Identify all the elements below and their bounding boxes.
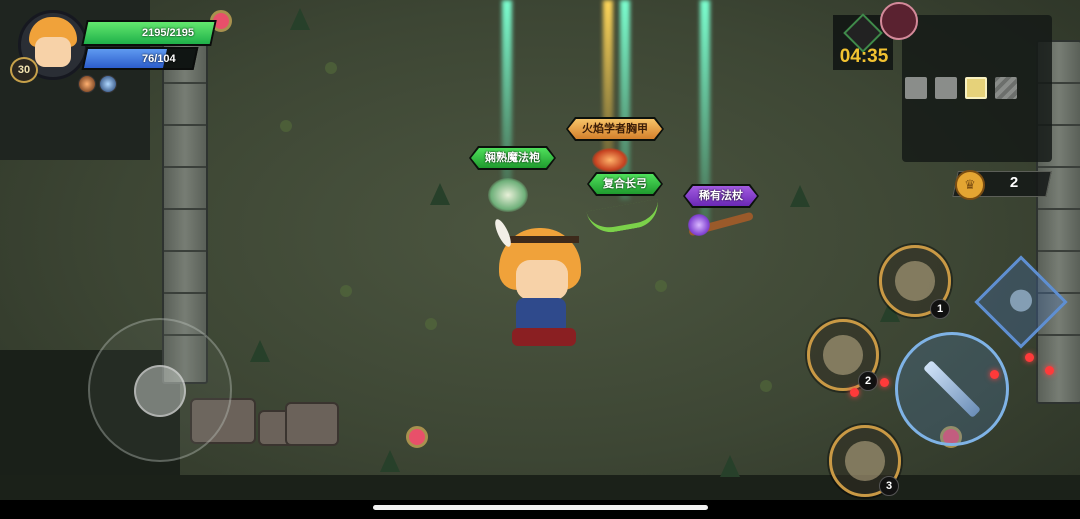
pink-flower [406,426,428,448]
red-plant-tip [990,370,999,379]
robe-label-frame: 娴熟魔法袍 [469,146,556,170]
hp-bar: 2195/2195 [81,20,217,46]
fireball-skill-icon [823,335,863,375]
timer-text: 04:35 [839,46,889,67]
minimap-room [905,77,927,99]
minimap-room [935,77,957,99]
red-plant-tip [1025,353,1034,362]
clover-patch [325,62,337,74]
joystick-knob[interactable] [134,365,186,417]
clover-patch [425,318,437,330]
magic-robe-item[interactable] [488,178,528,212]
robe-label: 娴熟魔法袍 [471,148,554,168]
grass-tuft [720,455,740,477]
grass-tuft [290,8,310,30]
staff-label: 稀有法杖 [685,186,757,206]
player-level-badge: 30 [10,57,38,83]
hero-headband [503,236,579,243]
swirl-buff-icon[interactable] [99,75,117,93]
armor-label-frame: 火焰学者胸甲 [566,117,664,141]
loot-beam-green [620,0,630,200]
chess-piece-room-icon [965,77,987,99]
mp-text: 76/104 [142,52,176,65]
bow-label-frame: 复合长弓 [587,172,663,196]
staff-label-frame: 稀有法杖 [683,184,759,208]
minimap[interactable] [902,15,1052,162]
staff-orb [688,214,710,236]
skill-1-number: 1 [930,299,950,319]
crown-count: 2 [1009,174,1019,191]
grass-tuft [430,183,450,205]
hero-face [516,260,568,300]
burst-buff-icon[interactable] [78,75,96,93]
flame-armor-item[interactable] [592,148,628,172]
clover-patch [280,120,292,132]
grass-tuft [790,185,810,207]
red-plant-tip [880,378,889,387]
jungle-shadow-bottom [0,475,1080,500]
arrow-volley-skill-icon [895,261,935,301]
demon-boss-icon[interactable] [880,2,918,40]
hero-feather [492,217,514,249]
grass-tuft [250,340,270,362]
game-scene: 娴熟魔法袍 火焰学者胸甲 复合长弓 稀有法杖 30 2195/2195 76/1… [0,0,1080,519]
home-indicator[interactable] [373,505,708,510]
clover-patch [340,285,352,297]
summon-skill-icon [845,441,885,481]
clover-patch [760,380,772,392]
skill-3-number: 3 [879,476,899,496]
dash-icon [1005,285,1037,317]
grass-tuft [380,450,400,472]
crown-icon: ♛ [955,170,985,200]
skill-2-number: 2 [858,371,878,391]
locked-room-icon [995,77,1017,99]
attack-button[interactable] [895,332,1009,446]
armor-label: 火焰学者胸甲 [568,119,662,139]
composite-longbow-item[interactable] [586,198,662,237]
bow-label: 复合长弓 [589,174,661,194]
hp-text: 2195/2195 [142,27,194,39]
hero-legs [512,328,576,346]
red-plant-tip [1045,366,1054,375]
boulder [285,402,339,446]
clover-patch [655,280,667,292]
mp-bar: 76/104 [81,47,199,70]
sword-attack-icon [923,360,981,418]
red-plant-tip [850,388,859,397]
